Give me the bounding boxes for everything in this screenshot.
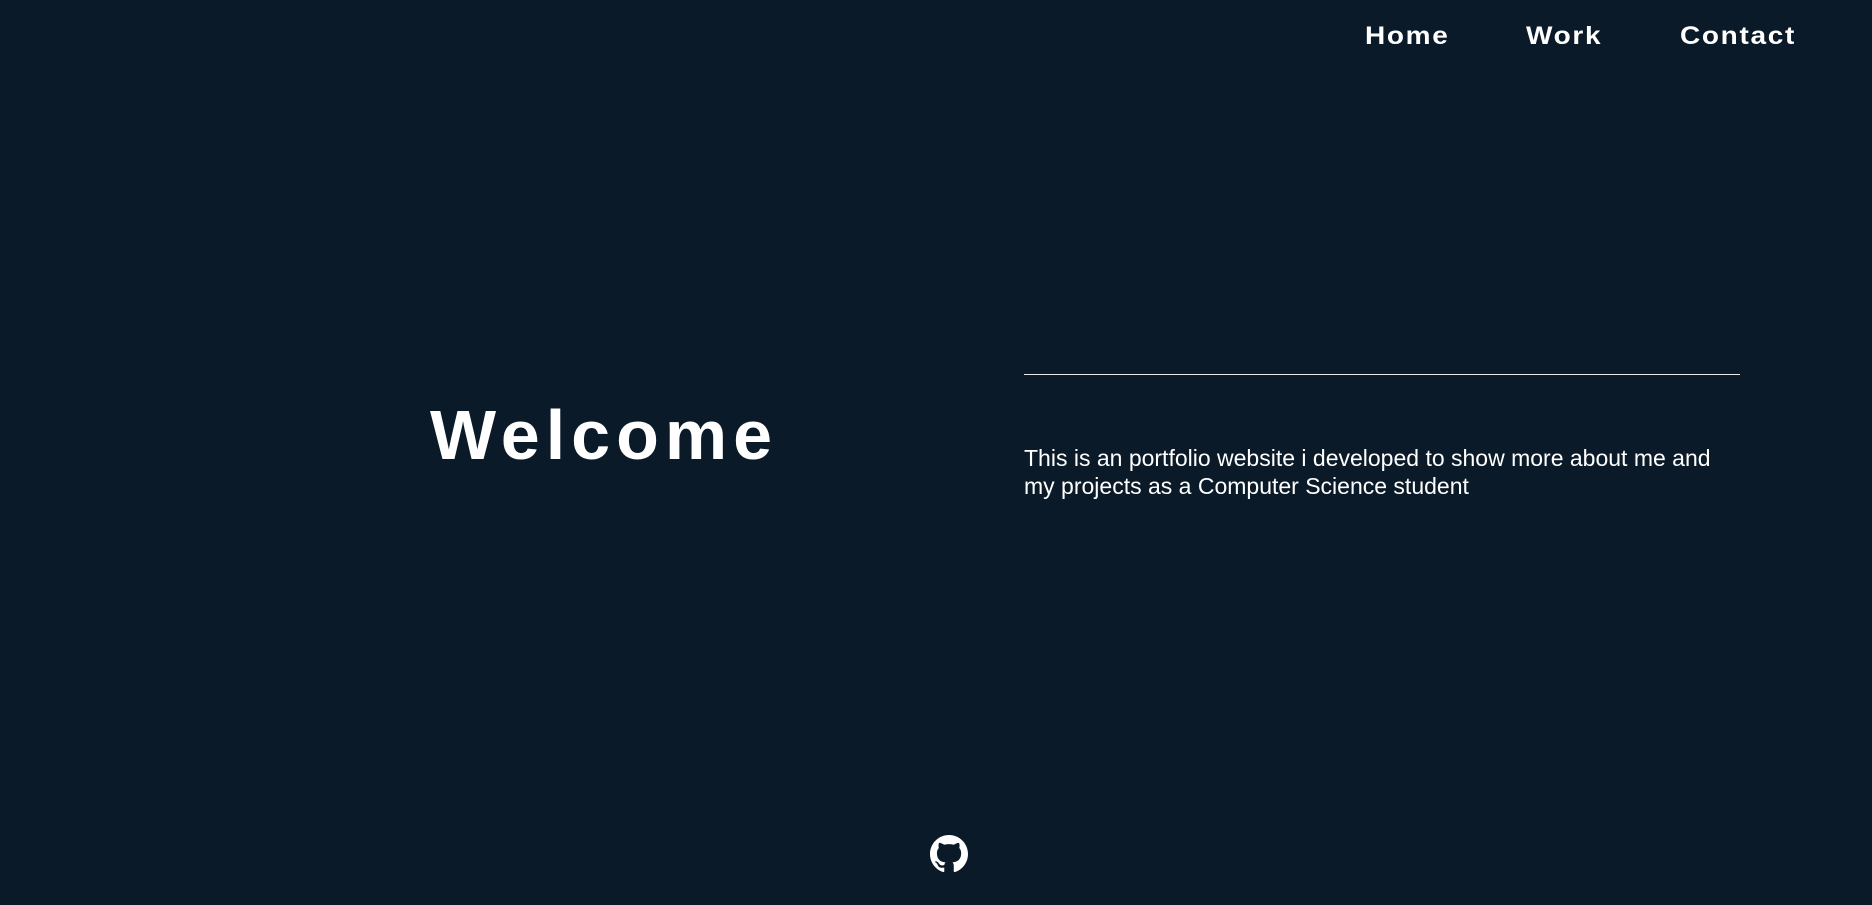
nav-home-link[interactable]: Home: [1365, 22, 1450, 51]
nav-contact-link[interactable]: Contact: [1680, 22, 1796, 51]
hero-divider: [1024, 374, 1740, 375]
footer: [0, 835, 1872, 873]
github-icon: [930, 835, 968, 873]
github-link[interactable]: [930, 835, 968, 873]
nav-work-link[interactable]: Work: [1526, 22, 1602, 51]
top-nav: Home Work Contact: [1365, 22, 1795, 51]
hero-description: This is an portfolio website i developed…: [1024, 445, 1711, 499]
hero-title: Welcome: [430, 396, 779, 474]
page: Home Work Contact Welcome This is an por…: [0, 0, 1872, 905]
